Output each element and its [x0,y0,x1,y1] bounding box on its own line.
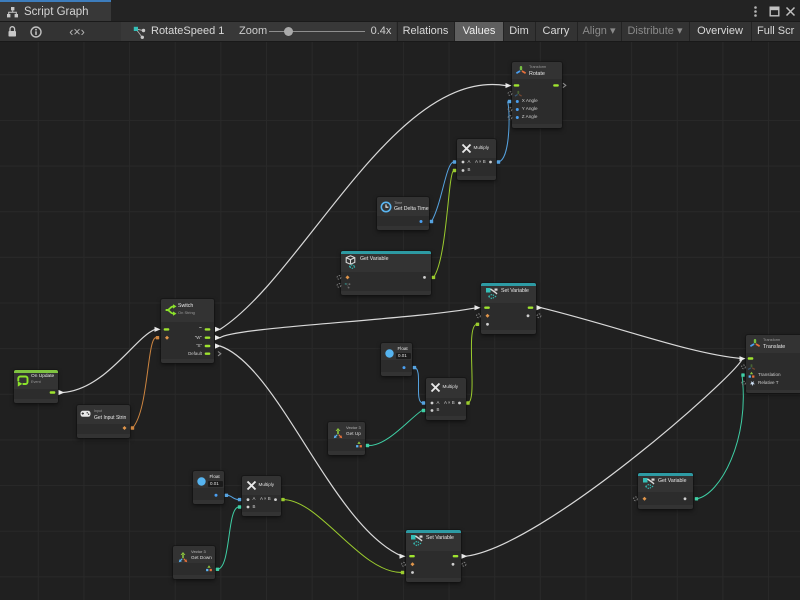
svg-text:‹×›: ‹×› [69,25,85,39]
